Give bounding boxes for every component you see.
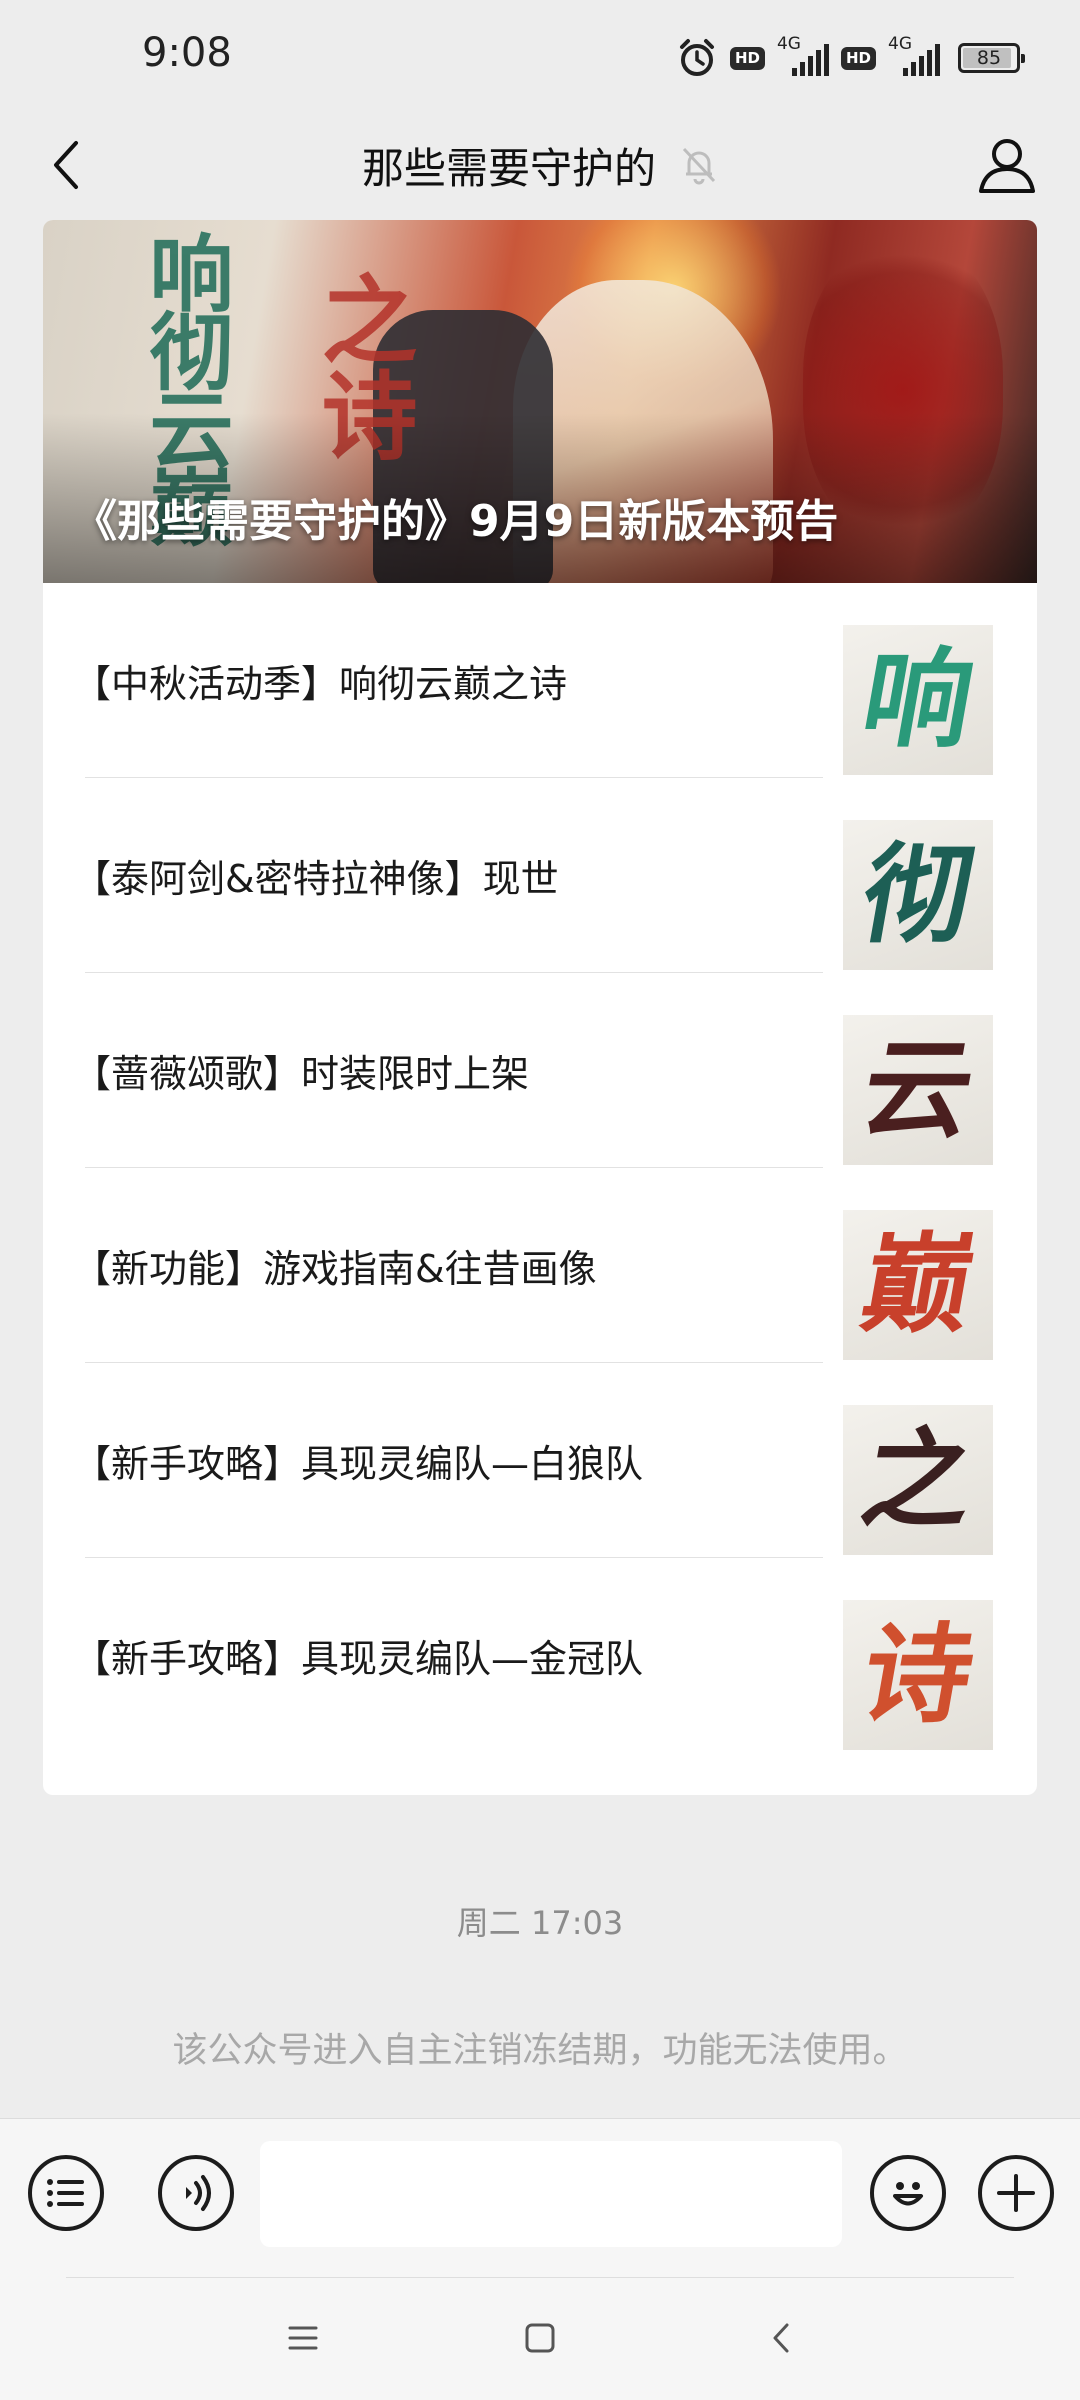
article-cover[interactable]: 响彻云巅 之诗 《那些需要守护的》9月9日新版本预告: [43, 220, 1037, 583]
back-arrow-icon: [54, 141, 78, 189]
article-thumbnail: 之: [843, 1405, 993, 1555]
emoji-button[interactable]: [870, 2155, 946, 2231]
article-item[interactable]: 【蔷薇颂歌】时装限时上架 云: [43, 973, 1037, 1168]
article-thumbnail: 响: [843, 625, 993, 775]
article-item-title: 【新手攻略】具现灵编队—金冠队: [73, 1637, 644, 1681]
menu-list-icon: [47, 2179, 84, 2207]
plus-button[interactable]: [978, 2155, 1054, 2231]
article-item[interactable]: 【中秋活动季】响彻云巅之诗 响: [43, 583, 1037, 778]
battery-level: 85: [976, 47, 1002, 69]
status-time: 9:08: [142, 30, 232, 76]
thumbnail-char: 彻: [852, 832, 984, 958]
article-item[interactable]: 【新手攻略】具现灵编队—白狼队 之: [43, 1363, 1037, 1558]
thumbnail-char: 云: [852, 1027, 984, 1153]
home-icon: [525, 2323, 555, 2353]
article-item[interactable]: 【新功能】游戏指南&往昔画像 巅: [43, 1168, 1037, 1363]
signal-icon-2: 4G: [888, 34, 940, 78]
hd-badge-1: HD: [729, 46, 765, 70]
message-input[interactable]: [260, 2141, 842, 2247]
article-item-title: 【新手攻略】具现灵编队—白狼队: [73, 1442, 644, 1486]
signal-icon: 4G: [777, 34, 829, 78]
article-item[interactable]: 【新手攻略】具现灵编队—金冠队 诗: [43, 1558, 1037, 1753]
thumbnail-char: 响: [852, 637, 984, 763]
article-item[interactable]: 【泰阿剑&密特拉神像】现世 彻: [43, 778, 1037, 973]
cover-title: 《那些需要守护的》9月9日新版本预告: [73, 496, 839, 547]
article-thumbnail: 彻: [843, 820, 993, 970]
plus-icon: [997, 2174, 1035, 2212]
message-timestamp: 周二 17:03: [456, 1904, 624, 1942]
article-thumbnail: 云: [843, 1015, 993, 1165]
voice-button[interactable]: [158, 2155, 234, 2231]
input-bar: [0, 2118, 1080, 2278]
article-card: 响彻云巅 之诗 《那些需要守护的》9月9日新版本预告 【中秋活动季】响彻云巅之诗…: [43, 220, 1037, 1795]
hd-badge-2: HD: [840, 46, 876, 70]
mute-bell-icon: [682, 147, 716, 185]
alarm-icon: [679, 39, 714, 76]
system-nav-bar: [0, 2278, 1080, 2400]
system-back-button[interactable]: [746, 2308, 816, 2368]
article-item-title: 【新功能】游戏指南&往昔画像: [73, 1247, 597, 1291]
battery-icon: 85: [958, 43, 1025, 73]
menu-button[interactable]: [28, 2155, 104, 2231]
voice-icon: [186, 2175, 211, 2211]
recent-apps-button[interactable]: [268, 2308, 338, 2368]
profile-button[interactable]: [972, 130, 1042, 200]
article-item-title: 【泰阿剑&密特拉神像】现世: [73, 857, 559, 901]
emoji-icon: [893, 2182, 923, 2206]
status-bar: 9:08 HD 4G HD 4G 85: [0, 0, 1080, 110]
article-item-title: 【中秋活动季】响彻云巅之诗: [73, 662, 568, 706]
back-button[interactable]: [36, 132, 96, 198]
thumbnail-char: 之: [852, 1417, 984, 1543]
status-icons: HD 4G HD 4G 85: [676, 34, 1025, 80]
home-button[interactable]: [505, 2308, 575, 2368]
back-icon: [773, 2323, 789, 2353]
thumbnail-char: 巅: [852, 1222, 984, 1348]
account-notice: 该公众号进入自主注销冻结期，功能无法使用。: [172, 2031, 908, 2071]
article-thumbnail: 巅: [843, 1210, 993, 1360]
article-item-title: 【蔷薇颂歌】时装限时上架: [73, 1052, 530, 1096]
recent-apps-icon: [288, 2326, 318, 2350]
thumbnail-char: 诗: [852, 1612, 984, 1738]
profile-icon: [979, 139, 1035, 193]
article-thumbnail: 诗: [843, 1600, 993, 1750]
nav-bar: 那些需要守护的: [0, 110, 1080, 220]
page-title: 那些需要守护的: [361, 143, 656, 193]
